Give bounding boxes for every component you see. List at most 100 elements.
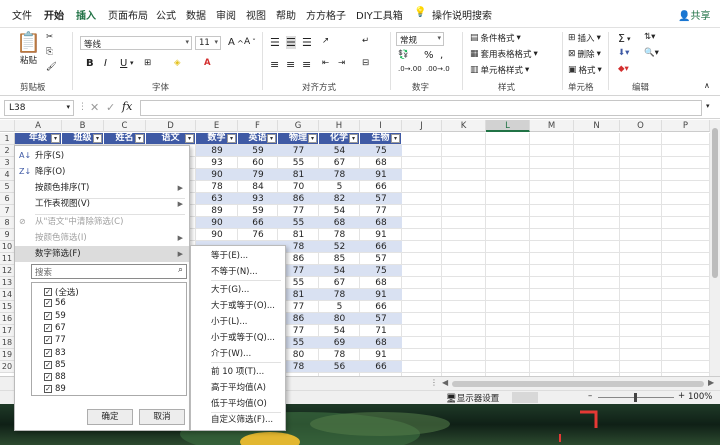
fill-color-icon[interactable]: ◈ [174,58,181,68]
number-filter-option[interactable]: 自定义筛选(F)... [211,412,273,428]
insert-cells-button[interactable]: ⊞ 插入 ▾ [568,32,601,44]
filter-value-item[interactable]: ✓ 77 [44,335,66,345]
table-cell[interactable]: 66 [360,181,402,193]
vertical-scrollbar[interactable] [710,120,720,376]
row-header[interactable]: 8 [0,217,15,229]
normal-view-button[interactable] [512,392,538,403]
table-cell[interactable]: 84 [238,181,278,193]
row-header[interactable]: 19 [0,349,15,361]
checkbox[interactable]: ✓ [44,385,52,394]
table-cell[interactable]: 57 [360,193,402,205]
row-header[interactable]: 4 [0,169,15,181]
table-cell[interactable]: 57 [360,253,402,265]
table-cell[interactable]: 91 [360,349,402,361]
tab-page-layout[interactable]: 页面布局 [108,7,148,22]
table-cell[interactable]: 5 [319,301,360,313]
row-header[interactable]: 10 [0,241,15,253]
table-cell[interactable]: 66 [360,241,402,253]
align-top-icon[interactable]: ☰ [270,36,280,49]
paste-button[interactable]: 📋 粘贴 [16,32,41,66]
number-filter-option[interactable]: 介于(W)... [211,346,251,362]
align-middle-icon[interactable]: ☰ [286,36,296,49]
table-cell[interactable]: 75 [360,265,402,277]
filter-value-item[interactable]: ✓ 59 [44,311,66,321]
align-left-icon[interactable]: ≡ [270,58,279,71]
filter-dropdown-icon[interactable]: ▾ [267,134,276,143]
delete-cells-button[interactable]: ⊠ 删除 ▾ [568,48,601,60]
column-header-o[interactable]: O [620,120,662,132]
underline-button[interactable]: U [120,58,127,69]
table-cell[interactable]: 54 [319,145,360,157]
zoom-in-icon[interactable]: + [678,391,685,401]
border-icon[interactable]: ⊞ [144,58,151,68]
tab-formulas[interactable]: 公式 [156,7,176,22]
table-cell[interactable]: 91 [360,229,402,241]
filter-value-item[interactable]: ✓ 67 [44,323,66,333]
scroll-thumb[interactable] [712,128,718,278]
column-header-m[interactable]: M [530,120,574,132]
filter-dropdown-icon[interactable]: ▾ [51,134,60,143]
column-header-a[interactable]: A [15,120,62,132]
name-box[interactable]: L38 ▾ [4,100,74,116]
table-cell[interactable]: 66 [360,301,402,313]
row-header[interactable]: 9 [0,229,15,241]
percent-button[interactable]: % [424,50,434,61]
copy-icon[interactable]: ⎘ [46,47,53,57]
ok-button[interactable]: 确定 [87,409,133,425]
display-settings-button[interactable]: 🖥显示器设置 [446,392,499,404]
row-header[interactable]: 2 [0,145,15,157]
table-header-cell[interactable]: 年级 ▾ [15,133,62,144]
grow-font-button[interactable]: A ^ [228,37,244,48]
filter-dropdown-icon[interactable]: ▾ [308,134,317,143]
filter-value-item[interactable]: ✓ 83 [44,348,66,358]
column-header-b[interactable]: B [62,120,104,132]
number-filter-option[interactable]: 小于(L)... [211,314,247,330]
wrap-text-icon[interactable]: ↵ [362,36,369,46]
more-options-icon[interactable]: ⋮ [430,378,438,387]
column-header-c[interactable]: C [104,120,146,132]
outdent-icon[interactable]: ⇥ [338,58,345,68]
align-right-icon[interactable]: ≡ [302,58,311,71]
scroll-right-icon[interactable]: ▶ [708,378,714,387]
table-cell[interactable]: 54 [319,205,360,217]
checkbox[interactable]: ✓ [44,323,52,332]
table-header-cell[interactable]: 生物 ▾ [360,133,402,144]
filter-value-item[interactable]: ✓ 88 [44,372,66,382]
select-all-corner[interactable] [0,120,15,132]
table-cell[interactable]: 54 [319,265,360,277]
table-cell[interactable]: 54 [319,325,360,337]
table-header-cell[interactable]: 语文 ▾ [146,133,196,144]
table-cell[interactable]: 59 [238,145,278,157]
table-cell[interactable]: 80 [319,313,360,325]
table-cell[interactable]: 81 [278,229,319,241]
row-header[interactable]: 1 [0,133,15,145]
clear-filter-item[interactable]: ⊘ 从"语文"中清除筛选(C) [15,214,189,230]
checkbox[interactable]: ✓ [44,360,52,369]
tab-data[interactable]: 数据 [186,7,206,22]
table-cell[interactable]: 77 [278,145,319,157]
number-filter-option[interactable]: 高于平均值(A) [211,380,266,396]
cell-styles-button[interactable]: ▥ 单元格样式 ▾ [470,64,529,76]
tab-diy-toolbox[interactable]: DIY工具箱 [356,7,403,22]
table-cell[interactable]: 78 [196,181,238,193]
table-cell[interactable]: 52 [319,241,360,253]
number-filter-option[interactable]: 小于或等于(Q)... [211,330,275,346]
currency-icon[interactable]: 💱 [398,50,409,60]
chevron-down-icon[interactable]: ▾ [706,102,710,110]
row-header[interactable]: 18 [0,337,15,349]
table-cell[interactable]: 77 [278,205,319,217]
filter-search-input[interactable]: 搜索 ⌕ [31,264,187,279]
sheet-view-item[interactable]: 工作表视图(V) ▶ [15,196,189,212]
table-cell[interactable]: 77 [360,205,402,217]
table-cell[interactable]: 68 [319,217,360,229]
font-color-icon[interactable]: A [204,58,211,68]
number-filter-option[interactable]: 低于平均值(O) [211,396,267,412]
shrink-font-button[interactable]: Aˇ [244,37,256,47]
column-header-n[interactable]: N [574,120,620,132]
tell-me-search[interactable]: 操作说明搜索 [432,7,492,22]
font-name-combo[interactable]: 等线 ▾ [80,36,192,50]
checkbox[interactable]: ✓ [44,311,52,320]
row-header[interactable]: 15 [0,301,15,313]
horizontal-scrollbar[interactable] [452,381,704,387]
tab-file[interactable]: 文件 [12,7,32,22]
